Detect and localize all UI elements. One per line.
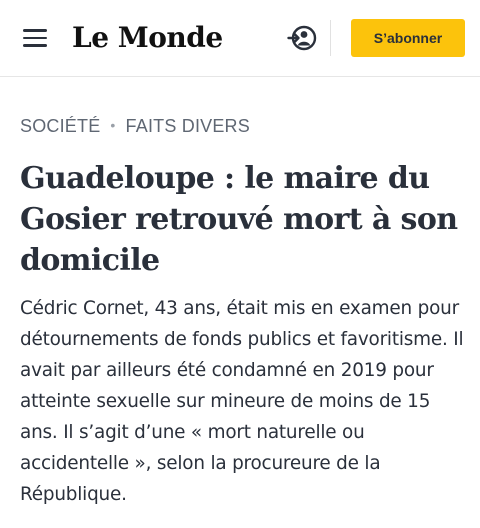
article-lead: Cédric Cornet, 43 ans, était mis en exam… <box>20 298 464 505</box>
breadcrumb-separator: • <box>110 117 116 133</box>
login-account-icon[interactable] <box>287 23 319 53</box>
breadcrumb: SOCIÉTÉ • FAITS DIVERS <box>20 116 250 137</box>
hamburger-menu-icon[interactable] <box>23 29 47 47</box>
subscribe-button[interactable]: S’abonner <box>351 19 465 57</box>
le-monde-logo[interactable]: Le Monde <box>72 16 223 60</box>
article-title: Guadeloupe : le maire du Gosier retrouvé… <box>20 161 458 278</box>
header-divider <box>330 20 331 56</box>
site-header: Le Monde S’abonner <box>0 0 480 77</box>
breadcrumb-subsection-link[interactable]: FAITS DIVERS <box>126 116 250 136</box>
breadcrumb-section-link[interactable]: SOCIÉTÉ <box>20 116 100 136</box>
